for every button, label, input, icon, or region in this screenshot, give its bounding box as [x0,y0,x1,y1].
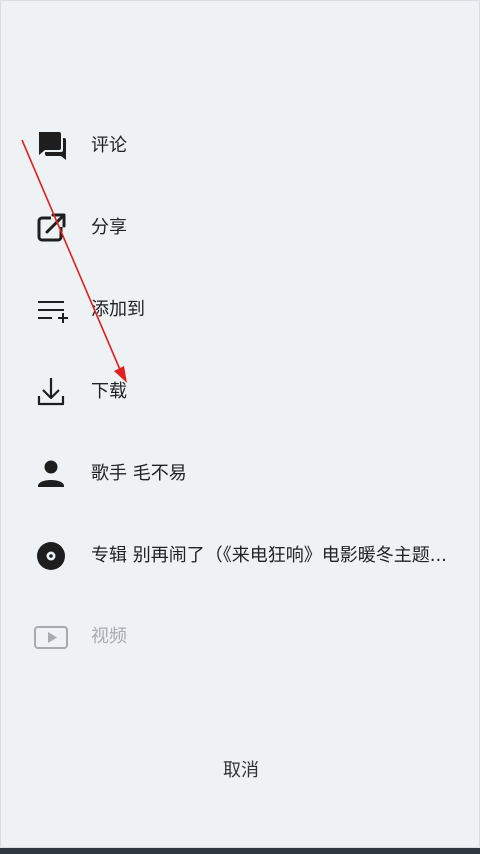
video-item: 视频 [1,607,480,667]
album-item[interactable]: 专辑 别再闹了（《来电狂响》电影暖冬主题... [1,526,480,586]
person-icon [31,454,71,494]
download-item[interactable]: 下载 [1,362,480,422]
share-label: 分享 [91,217,127,238]
singer-item[interactable]: 歌手 毛不易 [1,444,480,504]
album-disc-icon [31,536,71,576]
share-icon [31,208,71,248]
navigation-bar [0,848,480,854]
add-to-item[interactable]: 添加到 [1,280,480,340]
video-label: 视频 [91,626,127,647]
add-to-playlist-icon [31,290,71,330]
share-item[interactable]: 分享 [1,198,480,258]
action-sheet: 评论 分享 添加到 下载 歌手 毛不易 专辑 别再闹了（《来电狂响》电影暖冬主题… [0,0,480,848]
singer-label: 歌手 毛不易 [91,463,187,484]
comment-item[interactable]: 评论 [1,116,480,176]
download-icon [31,372,71,412]
cancel-button[interactable]: 取消 [1,746,480,796]
album-label: 专辑 别再闹了（《来电狂响》电影暖冬主题... [91,545,447,566]
download-label: 下载 [91,381,127,402]
video-play-icon [31,617,71,657]
comment-label: 评论 [91,135,127,156]
add-to-label: 添加到 [91,299,145,320]
comment-icon [31,126,71,166]
